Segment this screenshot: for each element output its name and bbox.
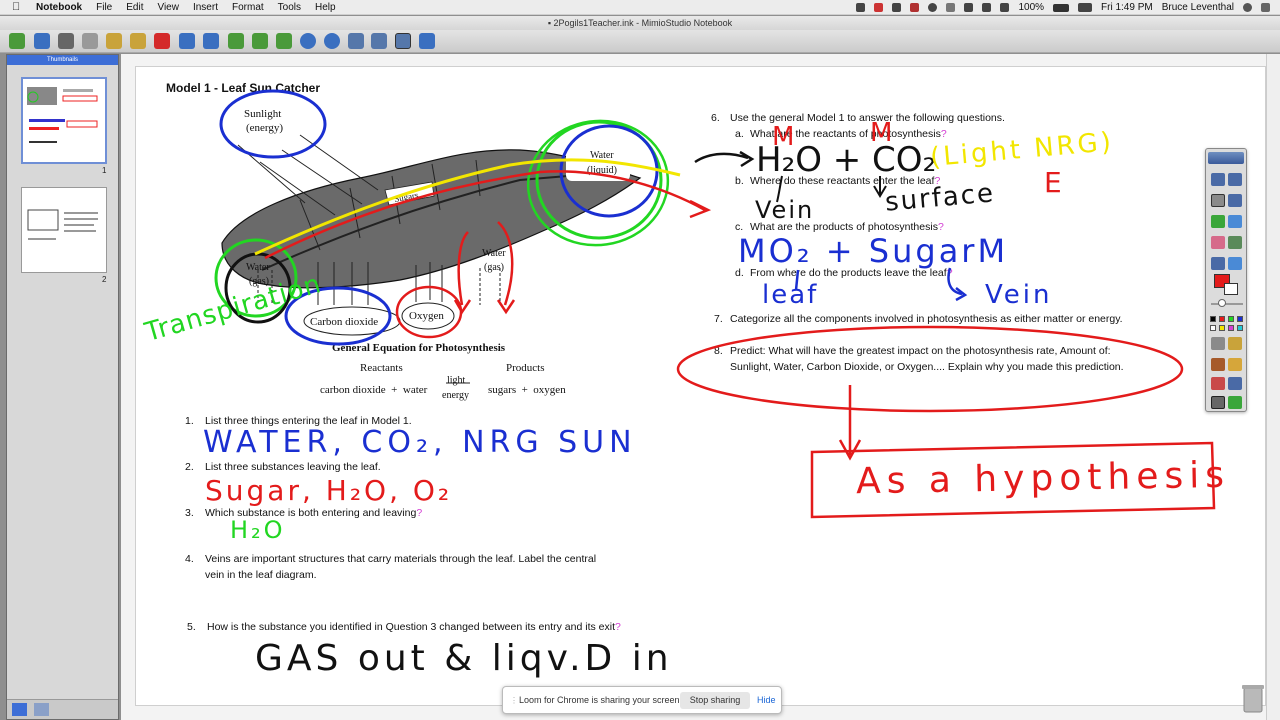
ink-circle-sunlight — [219, 89, 327, 159]
line-style-icon[interactable] — [1211, 337, 1225, 350]
pen-tool-icon[interactable] — [1211, 194, 1225, 207]
color-picker-tool-icon[interactable] — [1211, 257, 1225, 270]
ink-circle-green-water-2 — [526, 119, 670, 247]
tools-palette — [1205, 148, 1247, 412]
image-tool-icon[interactable] — [1228, 236, 1242, 249]
reveal-tool-icon[interactable] — [1211, 396, 1225, 409]
loom-sharing-bar: ⋮ Loom for Chrome is sharing your screen… — [502, 686, 782, 714]
trash-icon[interactable] — [1240, 682, 1266, 714]
eraser-tool-icon[interactable] — [1211, 236, 1225, 249]
line-width-slider[interactable] — [1211, 303, 1243, 305]
check-tool-icon[interactable] — [1211, 215, 1225, 228]
ink-energy-e: E — [1044, 166, 1062, 199]
color-black[interactable] — [1210, 316, 1216, 322]
select-tool-icon[interactable] — [1211, 173, 1225, 186]
record-tool-icon[interactable] — [1211, 358, 1225, 371]
text-tool-icon[interactable] — [1228, 194, 1242, 207]
ink-products-c: MO₂ + SugarM — [738, 232, 1009, 270]
loom-message: Loom for Chrome is sharing your screen. — [519, 695, 683, 705]
zoom-tool-icon[interactable] — [1228, 173, 1242, 186]
ink-yellow-vein-highlight — [254, 158, 681, 256]
layers-icon[interactable] — [1228, 337, 1242, 350]
ink-red-arrows-water-gas — [457, 221, 514, 306]
color-green[interactable] — [1228, 316, 1234, 322]
drag-handle-icon[interactable]: ⋮ — [510, 696, 518, 705]
gallery-tool-icon[interactable] — [1228, 358, 1242, 371]
stop-sharing-button[interactable]: Stop sharing — [680, 692, 750, 709]
color-white[interactable] — [1210, 325, 1216, 331]
hide-button[interactable]: Hide — [757, 695, 776, 705]
spotlight-tool-icon[interactable] — [1228, 396, 1242, 409]
screen-capture-icon[interactable] — [1211, 377, 1225, 390]
fill-tool-icon[interactable] — [1228, 257, 1242, 270]
color-yellow[interactable] — [1219, 325, 1225, 331]
ink-hypothesis: As a hypothesis — [855, 454, 1231, 503]
color-cyan[interactable] — [1237, 325, 1243, 331]
ink-answer-2: Sugar, H₂O, O₂ — [205, 474, 453, 507]
ink-circle-oxygen — [395, 285, 463, 339]
color-magenta[interactable] — [1228, 325, 1234, 331]
screen-clip-icon[interactable] — [1228, 377, 1242, 390]
ink-matter-m-left: M — [772, 122, 795, 152]
ink-vein-d: Vein — [985, 280, 1053, 310]
ink-answer-3: H₂O — [230, 516, 286, 544]
color-red[interactable] — [1219, 316, 1225, 322]
ink-arrow-to-hypothesis — [838, 385, 862, 461]
ink-circle-question-8 — [676, 325, 1184, 413]
fill-color-swatch[interactable] — [1224, 283, 1238, 295]
shape-tool-icon[interactable] — [1228, 215, 1242, 228]
ink-shapes-layer — [214, 89, 1216, 519]
ink-vein-b: Vein — [755, 196, 815, 224]
line-width-slider-handle[interactable] — [1218, 299, 1226, 307]
ink-arrow-reactants — [694, 150, 755, 168]
ink-leaf-d: leaf — [762, 280, 819, 310]
ink-red-vein-line — [264, 170, 706, 260]
ink-answer-1: WATER, CO₂, NRG SUN — [203, 425, 637, 460]
palette-title-bar[interactable] — [1208, 152, 1244, 164]
ink-matter-m-right: M — [870, 118, 893, 148]
color-blue[interactable] — [1237, 316, 1243, 322]
ink-arrows-products — [794, 267, 968, 302]
ink-answer-5: GAS out & liqv.D in — [255, 638, 673, 679]
